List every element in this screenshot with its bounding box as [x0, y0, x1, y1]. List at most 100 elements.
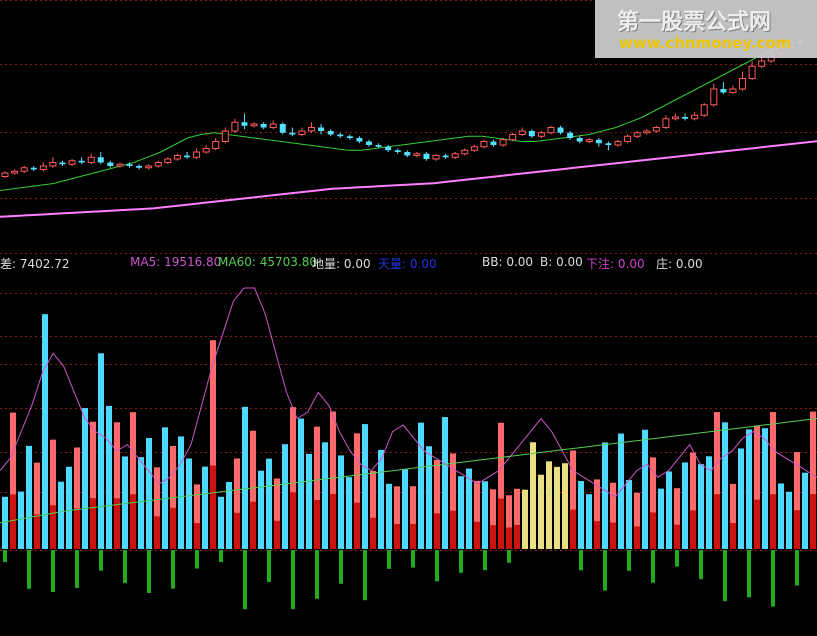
- volume-bar-base: [90, 498, 96, 549]
- volume-bar: [66, 466, 72, 549]
- negative-bar: [171, 550, 175, 589]
- volume-bar: [682, 462, 688, 549]
- candle-body-up: [480, 141, 488, 148]
- volume-bar-base: [474, 521, 480, 549]
- candle-body-down: [97, 157, 104, 163]
- candle-body-up: [633, 132, 641, 137]
- volume-bar-base: [234, 512, 240, 549]
- candle-body-down: [528, 131, 535, 137]
- candle-body-up: [509, 134, 517, 141]
- volume-bar-base: [570, 509, 576, 549]
- volume-bar: [242, 406, 248, 549]
- candle-body-down: [327, 131, 334, 135]
- volume-bar-base: [250, 501, 256, 549]
- volume-bar-base: [154, 516, 160, 549]
- stock-chart: [0, 0, 817, 610]
- volume-bar: [458, 476, 464, 549]
- negative-bar: [99, 550, 103, 571]
- volume-bar: [578, 480, 584, 549]
- diliang-label: 地量: 0.00: [312, 257, 371, 271]
- volume-bar: [306, 453, 312, 549]
- candle-body-down: [59, 162, 66, 165]
- candle-body-down: [394, 150, 401, 152]
- zhuang-value: 0.00: [675, 257, 703, 271]
- volume-bar-base: [10, 494, 16, 549]
- volume-bar: [282, 444, 288, 549]
- b-label: B: 0.00: [540, 255, 583, 269]
- candle-body-up: [671, 116, 679, 120]
- candle-body-up: [470, 146, 478, 151]
- candle-body-down: [241, 122, 248, 126]
- negative-bar: [483, 550, 487, 571]
- volume-bar: [522, 489, 528, 549]
- volume-bar: [722, 422, 728, 549]
- negative-bar: [507, 550, 511, 563]
- candle-body-up: [643, 130, 651, 134]
- tianliang-label: 天量: 0.00: [378, 257, 437, 271]
- candle-body-up: [537, 132, 545, 137]
- volume-bar-base: [514, 524, 520, 549]
- volume-bar: [626, 479, 632, 549]
- candle-body-up: [547, 127, 555, 134]
- negative-bar: [267, 550, 271, 583]
- green-ma-line: [0, 43, 791, 191]
- candle-body-down: [404, 152, 411, 156]
- candle-body-up: [710, 88, 718, 106]
- candle-body-up: [461, 149, 469, 155]
- candle-body-up: [298, 130, 306, 135]
- volume-bar: [186, 458, 192, 549]
- volume-bar: [418, 422, 424, 549]
- volume-bar-base: [810, 494, 816, 549]
- negative-bar: [75, 550, 79, 588]
- candle-body-up: [662, 118, 670, 128]
- price-panel: [0, 40, 817, 218]
- candle-body-up: [748, 65, 756, 79]
- volume-bar: [218, 496, 224, 549]
- candle-body-down: [720, 89, 727, 93]
- candle-body-up: [691, 114, 699, 120]
- candle-body-up: [1, 172, 9, 177]
- ma60-label: MA60: 45703.80: [218, 255, 317, 269]
- negative-bar: [435, 550, 439, 582]
- volume-bar-base: [50, 505, 56, 549]
- watermark-url: www.chnmoney.com: [619, 34, 792, 52]
- candle-body-down: [107, 162, 114, 166]
- negative-bar: [747, 550, 751, 598]
- candle-body-down: [605, 143, 612, 145]
- volume-bar: [226, 482, 232, 549]
- volume-bar: [362, 424, 368, 549]
- negative-bar: [699, 550, 703, 580]
- volume-bar: [426, 446, 432, 549]
- negative-bar: [3, 550, 7, 562]
- candle-body-down: [557, 127, 564, 133]
- volume-bar: [482, 481, 488, 549]
- volume-bar: [698, 464, 704, 549]
- candle-body-down: [442, 155, 449, 158]
- volume-bar: [338, 455, 344, 549]
- candle-body-up: [221, 130, 229, 142]
- candle-body-down: [136, 166, 143, 168]
- negative-bar: [147, 550, 151, 593]
- volume-bar-base: [74, 508, 80, 549]
- b-value: 0.00: [556, 255, 583, 269]
- volume-bar-base: [314, 500, 320, 549]
- volume-bar-base: [490, 525, 496, 549]
- candle-body-up: [250, 123, 258, 127]
- ma5-label: MA5: 19516.80: [130, 255, 222, 269]
- candle-body-up: [68, 160, 76, 165]
- candle-body-down: [595, 139, 602, 144]
- volume-bar: [466, 468, 472, 549]
- candle-body-down: [346, 136, 353, 138]
- negative-bar: [771, 550, 775, 607]
- candle-body-up: [202, 148, 210, 153]
- volume-bar: [202, 466, 208, 549]
- volume-bar-base: [794, 510, 800, 549]
- candle-body-up: [308, 127, 316, 132]
- volume-bar-base: [506, 527, 512, 549]
- candle-body-up: [413, 153, 421, 156]
- volume-bar: [26, 445, 32, 549]
- candle-body-up: [729, 88, 737, 93]
- candle-body-up: [231, 121, 239, 132]
- volume-bar: [346, 477, 352, 549]
- candle-body-up: [432, 155, 440, 160]
